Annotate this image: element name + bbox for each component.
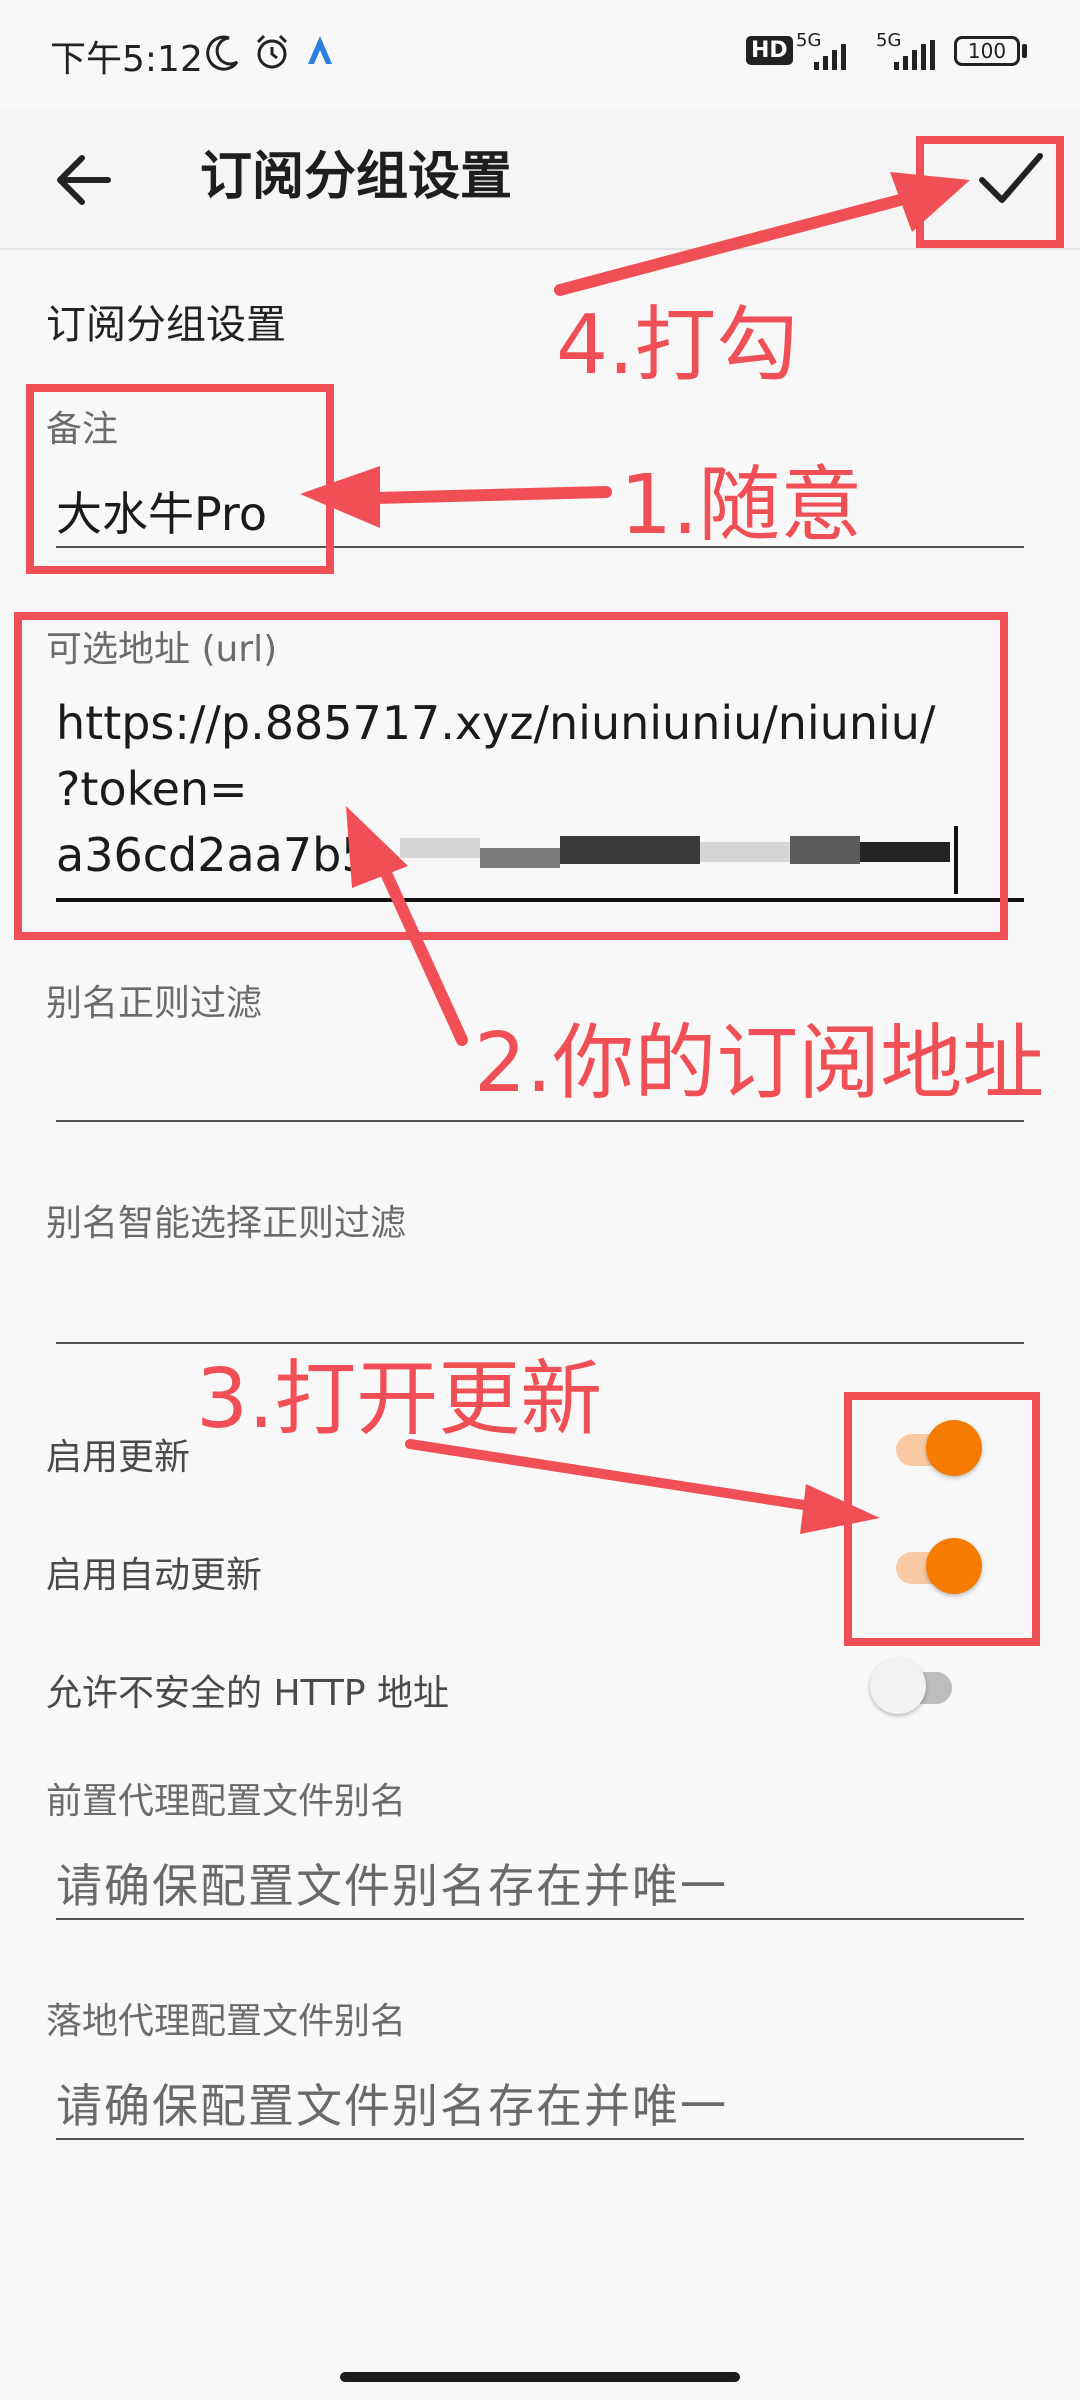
arrow-left-icon[interactable]: [48, 140, 128, 220]
annotation-step4: 4.打勾: [556, 298, 799, 393]
home-indicator[interactable]: [340, 2372, 740, 2382]
signal-2-icon: [894, 40, 935, 70]
signal-1-icon: [814, 44, 846, 70]
moon-icon: [206, 35, 239, 71]
annotation-box-remark: [26, 384, 334, 574]
enable-update-label: 启用更新: [46, 1437, 191, 1478]
annotation-box-toggles: [844, 1392, 1040, 1646]
annotation-step3: 3.打开更新: [196, 1352, 603, 1447]
battery-icon: 100: [954, 36, 1020, 66]
landing-proxy-label: 落地代理配置文件别名: [46, 2001, 407, 2042]
annotation-arrow-step3: [405, 1439, 815, 1511]
annotation-box-url: [14, 612, 1008, 940]
landing-proxy-underline: [56, 2138, 1024, 2140]
front-proxy-underline: [56, 1918, 1024, 1920]
allow-insecure-http-switch[interactable]: [870, 1656, 960, 1716]
status-time: 下午5:12: [50, 39, 203, 80]
annotation-step1: 1.随意: [620, 458, 863, 553]
front-proxy-label: 前置代理配置文件别名: [46, 1781, 407, 1822]
enable-auto-update-label: 启用自动更新: [46, 1555, 263, 1596]
battery-level: 100: [967, 39, 1007, 63]
hd-badge: HD: [746, 36, 793, 65]
landing-proxy-input[interactable]: 请确保配置文件别名存在并唯一: [56, 2070, 728, 2136]
alias-filter-underline: [56, 1120, 1024, 1122]
annotation-step2: 2.你的订阅地址: [474, 1016, 1045, 1111]
alias-smart-filter-label: 别名智能选择正则过滤: [46, 1203, 407, 1244]
section-title: 订阅分组设置: [46, 302, 286, 348]
front-proxy-input[interactable]: 请确保配置文件别名存在并唯一: [56, 1850, 728, 1916]
annotation-arrow-step1: [370, 486, 612, 504]
page-title: 订阅分组设置: [200, 147, 513, 207]
alias-filter-label: 别名正则过滤: [46, 983, 263, 1024]
app-notification-icon: [308, 36, 332, 64]
allow-insecure-http-label: 允许不安全的 HTTP 地址: [46, 1673, 450, 1714]
alarm-icon: [256, 34, 288, 69]
battery-tip: [1022, 44, 1027, 58]
status-bar: 下午5:12 HD 5G 5G 100: [0, 0, 1080, 110]
annotation-box-check: [916, 136, 1064, 248]
